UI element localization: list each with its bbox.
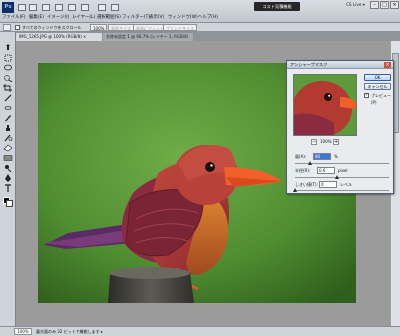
menu-file[interactable]: ファイル(F) xyxy=(2,14,26,20)
menu-image[interactable]: イメージ(I) xyxy=(47,14,69,20)
fill-screen-button[interactable]: 画面にフィット xyxy=(133,24,167,31)
menu-help[interactable]: ヘルプ(H) xyxy=(198,14,218,20)
marquee-tool-icon[interactable] xyxy=(3,54,13,62)
document-tab-bar: IMG_1265.JPG @ 100% (RGB/8) × 名称未設定 1 @ … xyxy=(16,32,400,47)
radius-slider-track[interactable] xyxy=(295,177,389,178)
rotate-view-icon[interactable] xyxy=(81,4,89,11)
actual-pixels-button[interactable]: 100% xyxy=(90,24,108,31)
ok-button[interactable]: OK xyxy=(364,74,391,81)
amount-unit: % xyxy=(334,154,338,159)
cancel-button[interactable]: キャンセル xyxy=(364,83,391,90)
history-brush-tool-icon[interactable] xyxy=(3,134,13,142)
brush-tool-icon[interactable] xyxy=(3,114,13,122)
eyedropper-tool-icon[interactable] xyxy=(3,94,13,102)
dodge-tool-icon[interactable] xyxy=(3,164,13,173)
preview-checkbox-label: プレビュー(P) xyxy=(371,93,391,105)
scroll-all-windows-label: すべてのウィンドウをスクロール xyxy=(22,25,82,30)
amount-label: 量(A): xyxy=(295,154,307,159)
menu-window[interactable]: ウィンドウ(W) xyxy=(168,14,198,20)
unsharp-mask-dialog: アンシャープマスク × OK キャンセル ✓ プレビュー(P) − 100% +… xyxy=(286,60,394,194)
dialog-title-bar[interactable]: アンシャープマスク × xyxy=(287,61,393,69)
document-info-text[interactable]: 露光量のみ 32 ビットで機能します ▸ xyxy=(36,328,103,335)
preview-zoom-out-button[interactable]: − xyxy=(311,139,317,145)
zoom-percentage-field[interactable]: 100% xyxy=(14,328,32,335)
tools-panel xyxy=(0,32,16,326)
arrange-documents-icon[interactable] xyxy=(98,4,106,11)
radius-input[interactable]: 0.6 xyxy=(317,167,335,174)
menu-layer[interactable]: レイヤー(L) xyxy=(72,14,95,20)
bridge-icon[interactable] xyxy=(18,4,26,11)
clone-stamp-tool-icon[interactable] xyxy=(3,124,13,132)
preview-checkbox[interactable]: ✓ xyxy=(364,93,369,98)
screen-mode-icon[interactable] xyxy=(111,4,119,11)
scroll-all-windows-checkbox[interactable] xyxy=(15,25,20,30)
amount-slider-thumb[interactable] xyxy=(307,161,312,165)
main-menu: ファイル(F) 編集(E) イメージ(I) レイヤー(L) 選択範囲(S) フィ… xyxy=(2,14,262,22)
dialog-close-button[interactable]: × xyxy=(384,62,391,68)
maximize-button[interactable]: □ xyxy=(380,1,389,9)
type-tool-icon[interactable] xyxy=(3,184,13,192)
radius-slider-thumb[interactable] xyxy=(334,175,339,179)
dialog-title: アンシャープマスク xyxy=(290,62,328,67)
options-bar: すべてのウィンドウをスクロール 100% 画面サイズ 画面にフィット プリントサ… xyxy=(0,23,400,32)
menu-view[interactable]: 表示(V) xyxy=(149,14,164,20)
status-bar: 100% 露光量のみ 32 ビットで機能します ▸ xyxy=(0,326,400,336)
radius-label: 半径(R): xyxy=(295,168,311,173)
workspace-button[interactable]: コスト見積機能 xyxy=(254,2,300,11)
zoom-tool-preset-icon[interactable] xyxy=(3,24,11,31)
preview-zoom-in-button[interactable]: + xyxy=(333,139,339,145)
application-menu-bar: Ps コスト見積機能 CS Live ▾ – □ × ファイル(F) 編集(E)… xyxy=(0,0,400,23)
pen-tool-icon[interactable] xyxy=(3,174,13,182)
cs-live-button[interactable]: CS Live ▾ xyxy=(346,2,365,7)
fit-screen-button[interactable]: 画面サイズ xyxy=(108,24,134,31)
gradient-tool-icon[interactable] xyxy=(3,154,13,162)
mini-bridge-icon[interactable] xyxy=(29,4,37,11)
menu-select[interactable]: 選択範囲(S) xyxy=(97,14,121,20)
amount-input[interactable]: 80 xyxy=(313,153,331,160)
zoom-tool-icon[interactable] xyxy=(68,4,76,11)
photoshop-logo: Ps xyxy=(2,2,14,13)
threshold-slider-track[interactable] xyxy=(295,190,389,191)
background-color-swatch[interactable] xyxy=(6,200,13,207)
healing-brush-tool-icon[interactable] xyxy=(3,104,13,112)
threshold-slider-thumb[interactable] xyxy=(292,188,297,192)
preview-image xyxy=(294,75,356,135)
threshold-label: しきい値(T): xyxy=(295,182,318,187)
filter-preview-pane[interactable] xyxy=(293,74,357,136)
menu-edit[interactable]: 編集(E) xyxy=(29,14,44,20)
tab-untitled-1[interactable]: 名称未設定 1 @ 66.7% (レイヤー 1, RGB/8) × xyxy=(103,33,193,47)
print-size-button[interactable]: プリントサイズ xyxy=(163,24,197,31)
application-bar-icons xyxy=(18,4,158,12)
lasso-tool-icon[interactable] xyxy=(3,64,13,72)
eraser-tool-icon[interactable] xyxy=(3,144,13,152)
preview-zoom-value: 100% xyxy=(320,139,332,144)
hand-tool-icon[interactable] xyxy=(55,4,63,11)
threshold-input[interactable]: 0 xyxy=(319,181,337,188)
tab-img-1265[interactable]: IMG_1265.JPG @ 100% (RGB/8) × xyxy=(16,33,102,41)
minimize-button[interactable]: – xyxy=(370,1,379,9)
zoom-level-icon[interactable] xyxy=(42,4,50,11)
quick-selection-tool-icon[interactable] xyxy=(3,74,13,83)
radius-unit: pixel xyxy=(338,168,348,173)
menu-filter[interactable]: フィルター(T) xyxy=(122,14,150,20)
move-tool-icon[interactable] xyxy=(3,44,13,52)
threshold-unit: レベル xyxy=(340,182,352,187)
crop-tool-icon[interactable] xyxy=(3,84,13,92)
close-window-button[interactable]: × xyxy=(390,1,399,9)
